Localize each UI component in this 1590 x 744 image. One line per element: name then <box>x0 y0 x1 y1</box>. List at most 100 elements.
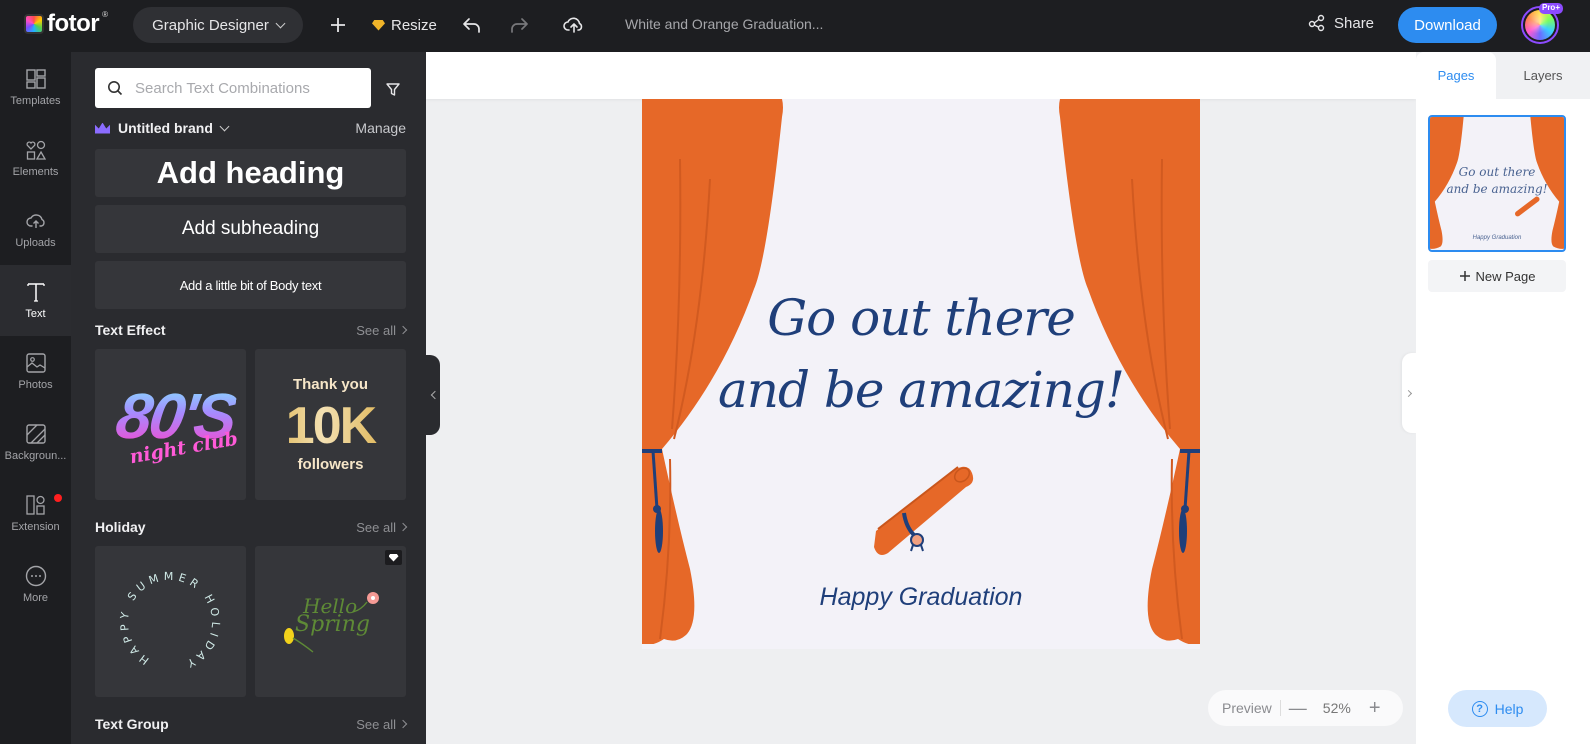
new-page-label: New Page <box>1475 268 1536 284</box>
tile-text: followers <box>297 456 364 473</box>
search-input[interactable] <box>135 79 355 97</box>
rail-item-templates[interactable]: Templates <box>0 52 71 123</box>
templates-icon <box>25 69 46 89</box>
download-button[interactable]: Download <box>1398 7 1497 43</box>
zoom-out-button[interactable]: — <box>1289 698 1307 719</box>
elements-icon <box>25 140 46 160</box>
chevron-right-icon <box>1404 389 1412 397</box>
holiday-tile-spring[interactable]: Hello Spring <box>255 546 406 697</box>
page-thumbnail[interactable]: Go out there and be amazing! Happy Gradu… <box>1428 115 1566 252</box>
tile-text: Thank you <box>292 376 368 393</box>
text-icon <box>26 283 45 302</box>
rail-item-background[interactable]: Backgroun... <box>0 407 71 478</box>
see-all-link[interactable]: See all <box>356 716 408 732</box>
rail-item-more[interactable]: More <box>0 549 71 620</box>
help-button[interactable]: ? Help <box>1448 690 1547 727</box>
fotor-logo[interactable]: fotor ® <box>24 10 109 36</box>
user-avatar[interactable]: Pro+ <box>1521 3 1563 44</box>
text-effect-tile-10k[interactable]: Thank you 10K followers <box>255 349 406 500</box>
undo-icon <box>463 18 480 33</box>
section-title: Holiday <box>95 519 146 535</box>
share-icon <box>1308 14 1325 32</box>
registered-mark: ® <box>102 10 109 19</box>
happy-graduation-text[interactable]: Happy Graduation <box>642 583 1200 612</box>
chevron-right-icon <box>398 325 408 335</box>
redo-icon <box>511 18 528 33</box>
divider <box>1279 700 1281 716</box>
rail-item-elements[interactable]: Elements <box>0 123 71 194</box>
new-page-button[interactable]: New Page <box>1428 260 1566 292</box>
canvas-toolbar-area <box>426 52 1416 99</box>
plus-icon <box>331 18 345 32</box>
manage-brand-link[interactable]: Manage <box>355 120 406 136</box>
help-icon: ? <box>1471 700 1488 717</box>
tile-text: HAPPY SUMMER HOLIDAY <box>118 570 218 672</box>
photo-icon <box>25 353 46 373</box>
panel-tabs: Pages Layers <box>1416 52 1590 99</box>
brand-selector[interactable]: Untitled brand <box>118 120 213 136</box>
search-box <box>95 68 371 108</box>
design-canvas[interactable]: Go out there and be amazing! Happy Gradu… <box>642 99 1200 649</box>
rail-label: Templates <box>10 95 61 107</box>
diploma-scroll-icon[interactable] <box>868 461 978 561</box>
rail-label: Elements <box>12 166 59 178</box>
resize-button[interactable]: Resize <box>372 12 437 38</box>
see-all-link[interactable]: See all <box>356 323 408 338</box>
add-subheading-button[interactable]: Add subheading <box>95 205 406 253</box>
notification-dot <box>54 494 62 502</box>
tab-pages[interactable]: Pages <box>1416 52 1496 99</box>
document-title[interactable]: White and Orange Graduation... <box>625 16 823 32</box>
add-heading-button[interactable]: Add heading <box>95 149 406 197</box>
filter-icon[interactable] <box>384 80 402 98</box>
quote-line-2[interactable]: and be amazing! <box>642 361 1200 419</box>
rail-label: Backgroun... <box>4 450 67 462</box>
tile-preview: 80'S night club <box>95 349 246 500</box>
plus-icon <box>1459 271 1470 281</box>
logo-mark-icon <box>24 14 44 34</box>
thumbnail-text: Go out there <box>1458 165 1536 179</box>
top-bar: fotor ® Graphic Designer Resize White an… <box>0 0 1590 52</box>
rail-item-text[interactable]: Text <box>0 265 71 336</box>
text-panel: Untitled brand Manage Add heading Add su… <box>71 52 426 744</box>
rail-item-extension[interactable]: Extension <box>0 478 71 549</box>
background-icon <box>25 424 46 444</box>
see-all-label: See all <box>356 716 396 732</box>
diamond-icon <box>388 553 399 562</box>
add-body-text-button[interactable]: Add a little bit of Body text <box>95 261 406 309</box>
redo-button[interactable] <box>507 12 531 38</box>
rail-item-photos[interactable]: Photos <box>0 336 71 407</box>
zoom-in-button[interactable]: + <box>1369 697 1381 720</box>
save-cloud-button[interactable] <box>561 12 587 38</box>
fotor-editor: fotor ® Graphic Designer Resize White an… <box>0 0 1590 744</box>
pro-plus-badge: Pro+ <box>1538 3 1563 14</box>
share-button[interactable]: Share <box>1308 14 1374 32</box>
holiday-tile-summer[interactable]: HAPPY SUMMER HOLIDAY <box>95 546 246 697</box>
tab-layers[interactable]: Layers <box>1496 52 1590 99</box>
section-title: Text Group <box>95 716 169 732</box>
share-label: Share <box>1334 14 1375 32</box>
role-selector[interactable]: Graphic Designer <box>133 7 303 43</box>
add-button[interactable] <box>326 12 350 38</box>
tile-preview: Thank you 10K followers <box>255 349 406 500</box>
chevron-right-icon <box>398 522 408 532</box>
quote-line-1[interactable]: Go out there <box>642 289 1200 347</box>
zoom-controls: Preview — 52% + <box>1208 690 1403 726</box>
text-effect-tile-80s[interactable]: 80'S night club <box>95 349 246 500</box>
undo-button[interactable] <box>460 12 484 38</box>
search-icon <box>108 81 123 96</box>
zoom-level[interactable]: 52% <box>1323 700 1351 716</box>
chevron-down-icon[interactable] <box>219 121 230 131</box>
pages-panel: Pages Layers Go out there and be amazing… <box>1416 52 1590 744</box>
rail-label: Text <box>25 308 46 320</box>
preview-button[interactable]: Preview <box>1222 700 1272 716</box>
thumbnail-text: Happy Graduation <box>1472 235 1522 241</box>
crown-icon <box>95 122 110 134</box>
collapse-panel-button[interactable] <box>426 355 440 435</box>
diamond-icon <box>372 19 385 31</box>
see-all-label: See all <box>356 519 396 535</box>
upload-icon <box>25 214 45 228</box>
rail-item-uploads[interactable]: Uploads <box>0 194 71 265</box>
cloud-upload-icon <box>563 17 583 33</box>
expand-right-panel-button[interactable] <box>1402 353 1416 433</box>
see-all-link[interactable]: See all <box>356 519 408 535</box>
